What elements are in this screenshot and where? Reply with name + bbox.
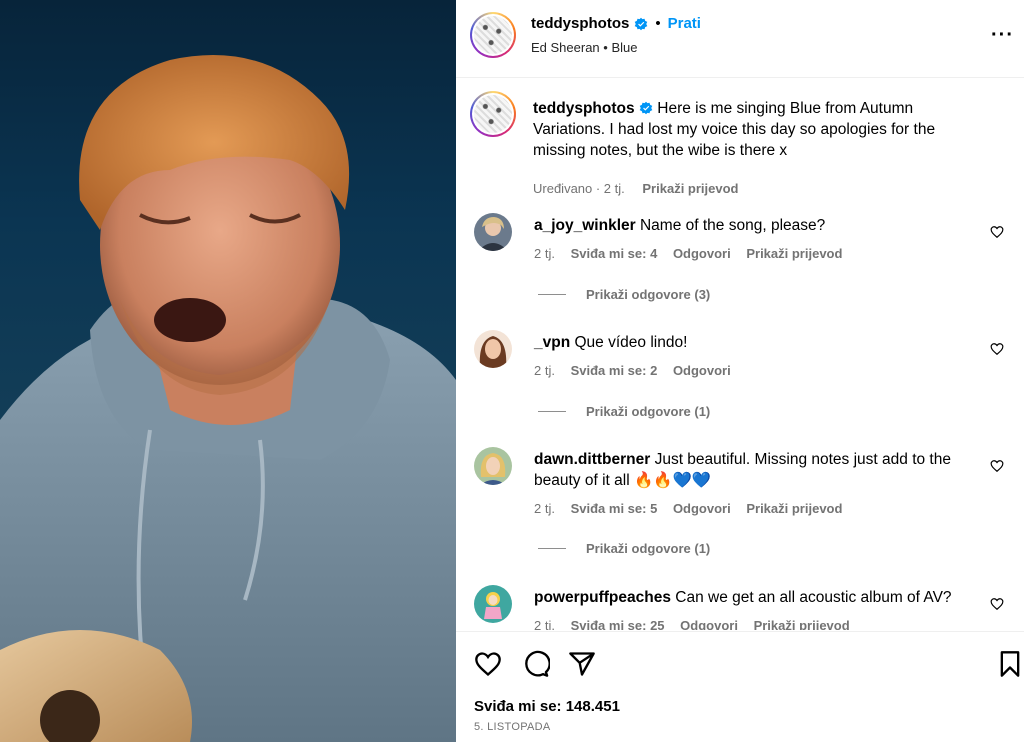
post-panel: teddysphotos • Prati Ed Sheeran • Blue ·… <box>456 0 1024 742</box>
comment-time: 2 tj. <box>534 363 555 378</box>
comment-likes[interactable]: Sviđa mi se: 2 <box>571 363 658 378</box>
profile-avatar[interactable] <box>470 12 516 58</box>
comment-translate-button[interactable]: Prikaži prijevod <box>746 501 842 516</box>
save-bookmark-icon[interactable] <box>996 650 1024 678</box>
audio-artist[interactable]: Ed Sheeran <box>531 40 600 55</box>
comment-text: Can we get an all acoustic album of AV? <box>675 589 952 606</box>
view-replies-label: Prikaži odgovore (1) <box>586 404 711 419</box>
view-replies-button[interactable]: Prikaži odgovore (1) <box>538 541 710 556</box>
comment-like-heart-icon[interactable] <box>990 597 1004 611</box>
comment-icon[interactable] <box>522 650 550 678</box>
comment-like-heart-icon[interactable] <box>990 342 1004 356</box>
comment-text-block: a_joy_winkler Name of the song, please? <box>534 215 974 236</box>
comment-meta: 2 tj. Sviđa mi se: 4 Odgovori Prikaži pr… <box>534 246 854 261</box>
verified-badge-icon <box>639 101 653 115</box>
comment-reply-button[interactable]: Odgovori <box>673 246 731 261</box>
caption-translate-button[interactable]: Prikaži prijevod <box>642 181 738 196</box>
comment-meta: 2 tj. Sviđa mi se: 5 Odgovori Prikaži pr… <box>534 501 854 516</box>
view-replies-label: Prikaži odgovore (1) <box>586 541 711 556</box>
audio-song[interactable]: Blue <box>611 40 637 55</box>
replies-divider <box>538 294 566 295</box>
replies-divider <box>538 548 566 549</box>
follow-button[interactable]: Prati <box>668 15 701 32</box>
comment-likes[interactable]: Sviđa mi se: 25 <box>571 618 665 630</box>
post-date: 5. LISTOPADA <box>474 721 551 733</box>
dot-separator: • <box>655 15 661 32</box>
comment-reply-button[interactable]: Odgovori <box>673 501 731 516</box>
caption-username[interactable]: teddysphotos <box>533 100 635 117</box>
comment-text: Name of the song, please? <box>639 217 826 234</box>
verified-badge-icon <box>635 17 648 30</box>
comment-translate-button[interactable]: Prikaži prijevod <box>754 618 850 630</box>
header-subtitle: Ed Sheeran • Blue <box>531 40 638 55</box>
comment-text-block: dawn.dittberner Just beautiful. Missing … <box>534 449 974 491</box>
comment-reply-button[interactable]: Odgovori <box>680 618 738 630</box>
comment-like-heart-icon[interactable] <box>990 225 1004 239</box>
caption-avatar[interactable] <box>470 91 516 137</box>
comment-meta: 2 tj. Sviđa mi se: 2 Odgovori <box>534 363 743 378</box>
comment-username[interactable]: _vpn <box>534 334 570 351</box>
video-frame <box>0 55 456 742</box>
post-header: teddysphotos • Prati Ed Sheeran • Blue ·… <box>456 0 1024 78</box>
comment-avatar[interactable] <box>474 585 512 623</box>
comment-text: Que vídeo lindo! <box>574 334 688 351</box>
view-replies-label: Prikaži odgovore (3) <box>586 287 711 302</box>
caption-text-block: teddysphotos Here is me singing Blue fro… <box>533 98 983 161</box>
comment-text-block: powerpuffpeaches Can we get an all acous… <box>534 587 974 608</box>
view-replies-button[interactable]: Prikaži odgovore (3) <box>538 287 710 302</box>
comment-likes[interactable]: Sviđa mi se: 4 <box>571 246 658 261</box>
comment-avatar[interactable] <box>474 330 512 368</box>
share-paper-plane-icon[interactable] <box>568 650 596 678</box>
comment-username[interactable]: dawn.dittberner <box>534 451 650 468</box>
header-username-row: teddysphotos • Prati <box>531 15 701 32</box>
caption-edited-time: Uređivano · 2 tj. <box>533 181 625 196</box>
comment-username[interactable]: powerpuffpeaches <box>534 589 671 606</box>
comment-avatar[interactable] <box>474 447 512 485</box>
comment-meta: 2 tj. Sviđa mi se: 25 Odgovori Prikaži p… <box>534 618 862 630</box>
more-options-icon[interactable]: ··· <box>991 24 1014 47</box>
view-replies-button[interactable]: Prikaži odgovore (1) <box>538 404 710 419</box>
comment-username[interactable]: a_joy_winkler <box>534 217 636 234</box>
caption-meta: Uređivano · 2 tj. Prikaži prijevod <box>533 181 738 196</box>
post-actions: Sviđa mi se: 148.451 5. LISTOPADA <box>456 631 1024 742</box>
header-username[interactable]: teddysphotos <box>531 15 629 32</box>
comment-time: 2 tj. <box>534 501 555 516</box>
comment-emoji: 🔥🔥💙💙 <box>633 472 712 489</box>
likes-count[interactable]: Sviđa mi se: 148.451 <box>474 698 620 715</box>
comment-time: 2 tj. <box>534 618 555 630</box>
comment-like-heart-icon[interactable] <box>990 459 1004 473</box>
comment-translate-button[interactable]: Prikaži prijevod <box>746 246 842 261</box>
comments-list[interactable]: teddysphotos Here is me singing Blue fro… <box>456 79 1024 630</box>
comment-time: 2 tj. <box>534 246 555 261</box>
like-heart-icon[interactable] <box>474 650 502 678</box>
comment-reply-button[interactable]: Odgovori <box>673 363 731 378</box>
comment-likes[interactable]: Sviđa mi se: 5 <box>571 501 658 516</box>
replies-divider <box>538 411 566 412</box>
comment-avatar[interactable] <box>474 213 512 251</box>
comment-text-block: _vpn Que vídeo lindo! <box>534 332 974 353</box>
post-media[interactable] <box>0 0 456 742</box>
